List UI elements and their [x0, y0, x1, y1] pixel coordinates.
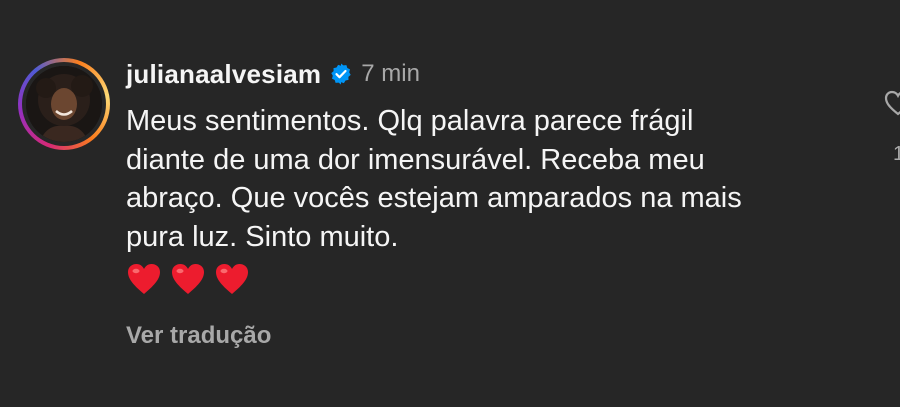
red-heart-emoji-icon: [172, 264, 204, 294]
red-heart-emoji-icon: [216, 264, 248, 294]
comment-timestamp: 7 min: [361, 60, 420, 87]
verified-badge-icon: [331, 63, 351, 85]
avatar-story-ring[interactable]: [18, 58, 110, 150]
emoji-row: [126, 262, 250, 296]
avatar[interactable]: [26, 66, 102, 142]
like-count: 1: [893, 143, 900, 165]
heart-outline-icon[interactable]: [884, 90, 900, 116]
comment-header: julianaalvesiam 7 min: [126, 56, 420, 92]
username[interactable]: julianaalvesiam: [126, 59, 321, 90]
see-translation-button[interactable]: Ver tradução: [126, 322, 271, 350]
comment-text: Meus sentimentos. Qlq palavra parece frá…: [126, 105, 742, 253]
comment: julianaalvesiam 7 min Meus sentimentos. …: [0, 0, 900, 407]
avatar-photo: [26, 66, 102, 142]
avatar-gap: [22, 62, 106, 146]
red-heart-emoji-icon: [128, 264, 160, 294]
